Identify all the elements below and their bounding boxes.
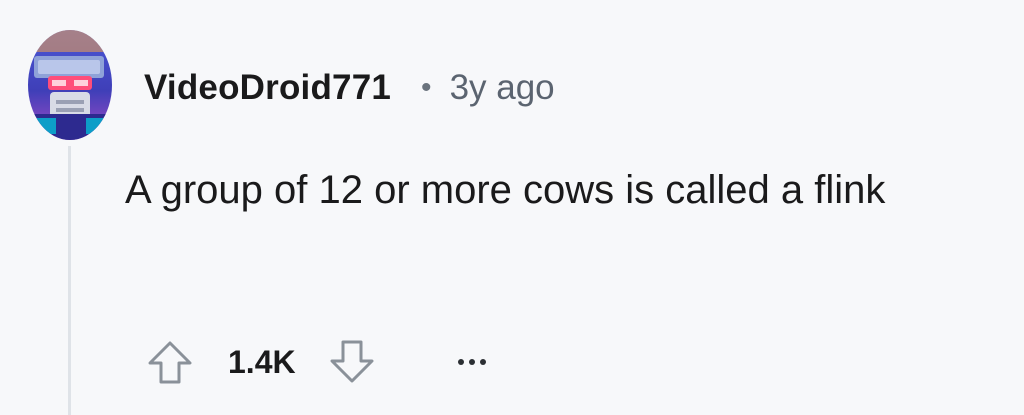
more-horizontal-icon bbox=[457, 359, 464, 365]
arrow-up-outline-icon bbox=[148, 341, 192, 384]
upvote-button[interactable] bbox=[142, 334, 198, 390]
meta-separator: • bbox=[421, 71, 432, 104]
thread-line[interactable] bbox=[68, 146, 71, 415]
more-options-button[interactable] bbox=[457, 334, 486, 390]
username-link[interactable]: VideoDroid771 bbox=[144, 68, 391, 108]
robot-avatar-icon bbox=[28, 30, 112, 140]
timestamp[interactable]: 3y ago bbox=[450, 68, 555, 108]
comment-body: A group of 12 or more cows is called a f… bbox=[125, 168, 886, 212]
arrow-down-outline-icon bbox=[330, 340, 374, 383]
user-avatar[interactable] bbox=[28, 30, 112, 140]
more-dot bbox=[479, 359, 486, 365]
comment-header: VideoDroid771 • 3y ago bbox=[144, 58, 555, 118]
comment-card: VideoDroid771 • 3y ago A group of 12 or … bbox=[0, 0, 1024, 415]
more-dot bbox=[468, 359, 475, 365]
downvote-button[interactable] bbox=[324, 334, 380, 390]
vote-score: 1.4K bbox=[228, 343, 296, 380]
comment-actions: 1.4K bbox=[142, 334, 486, 390]
